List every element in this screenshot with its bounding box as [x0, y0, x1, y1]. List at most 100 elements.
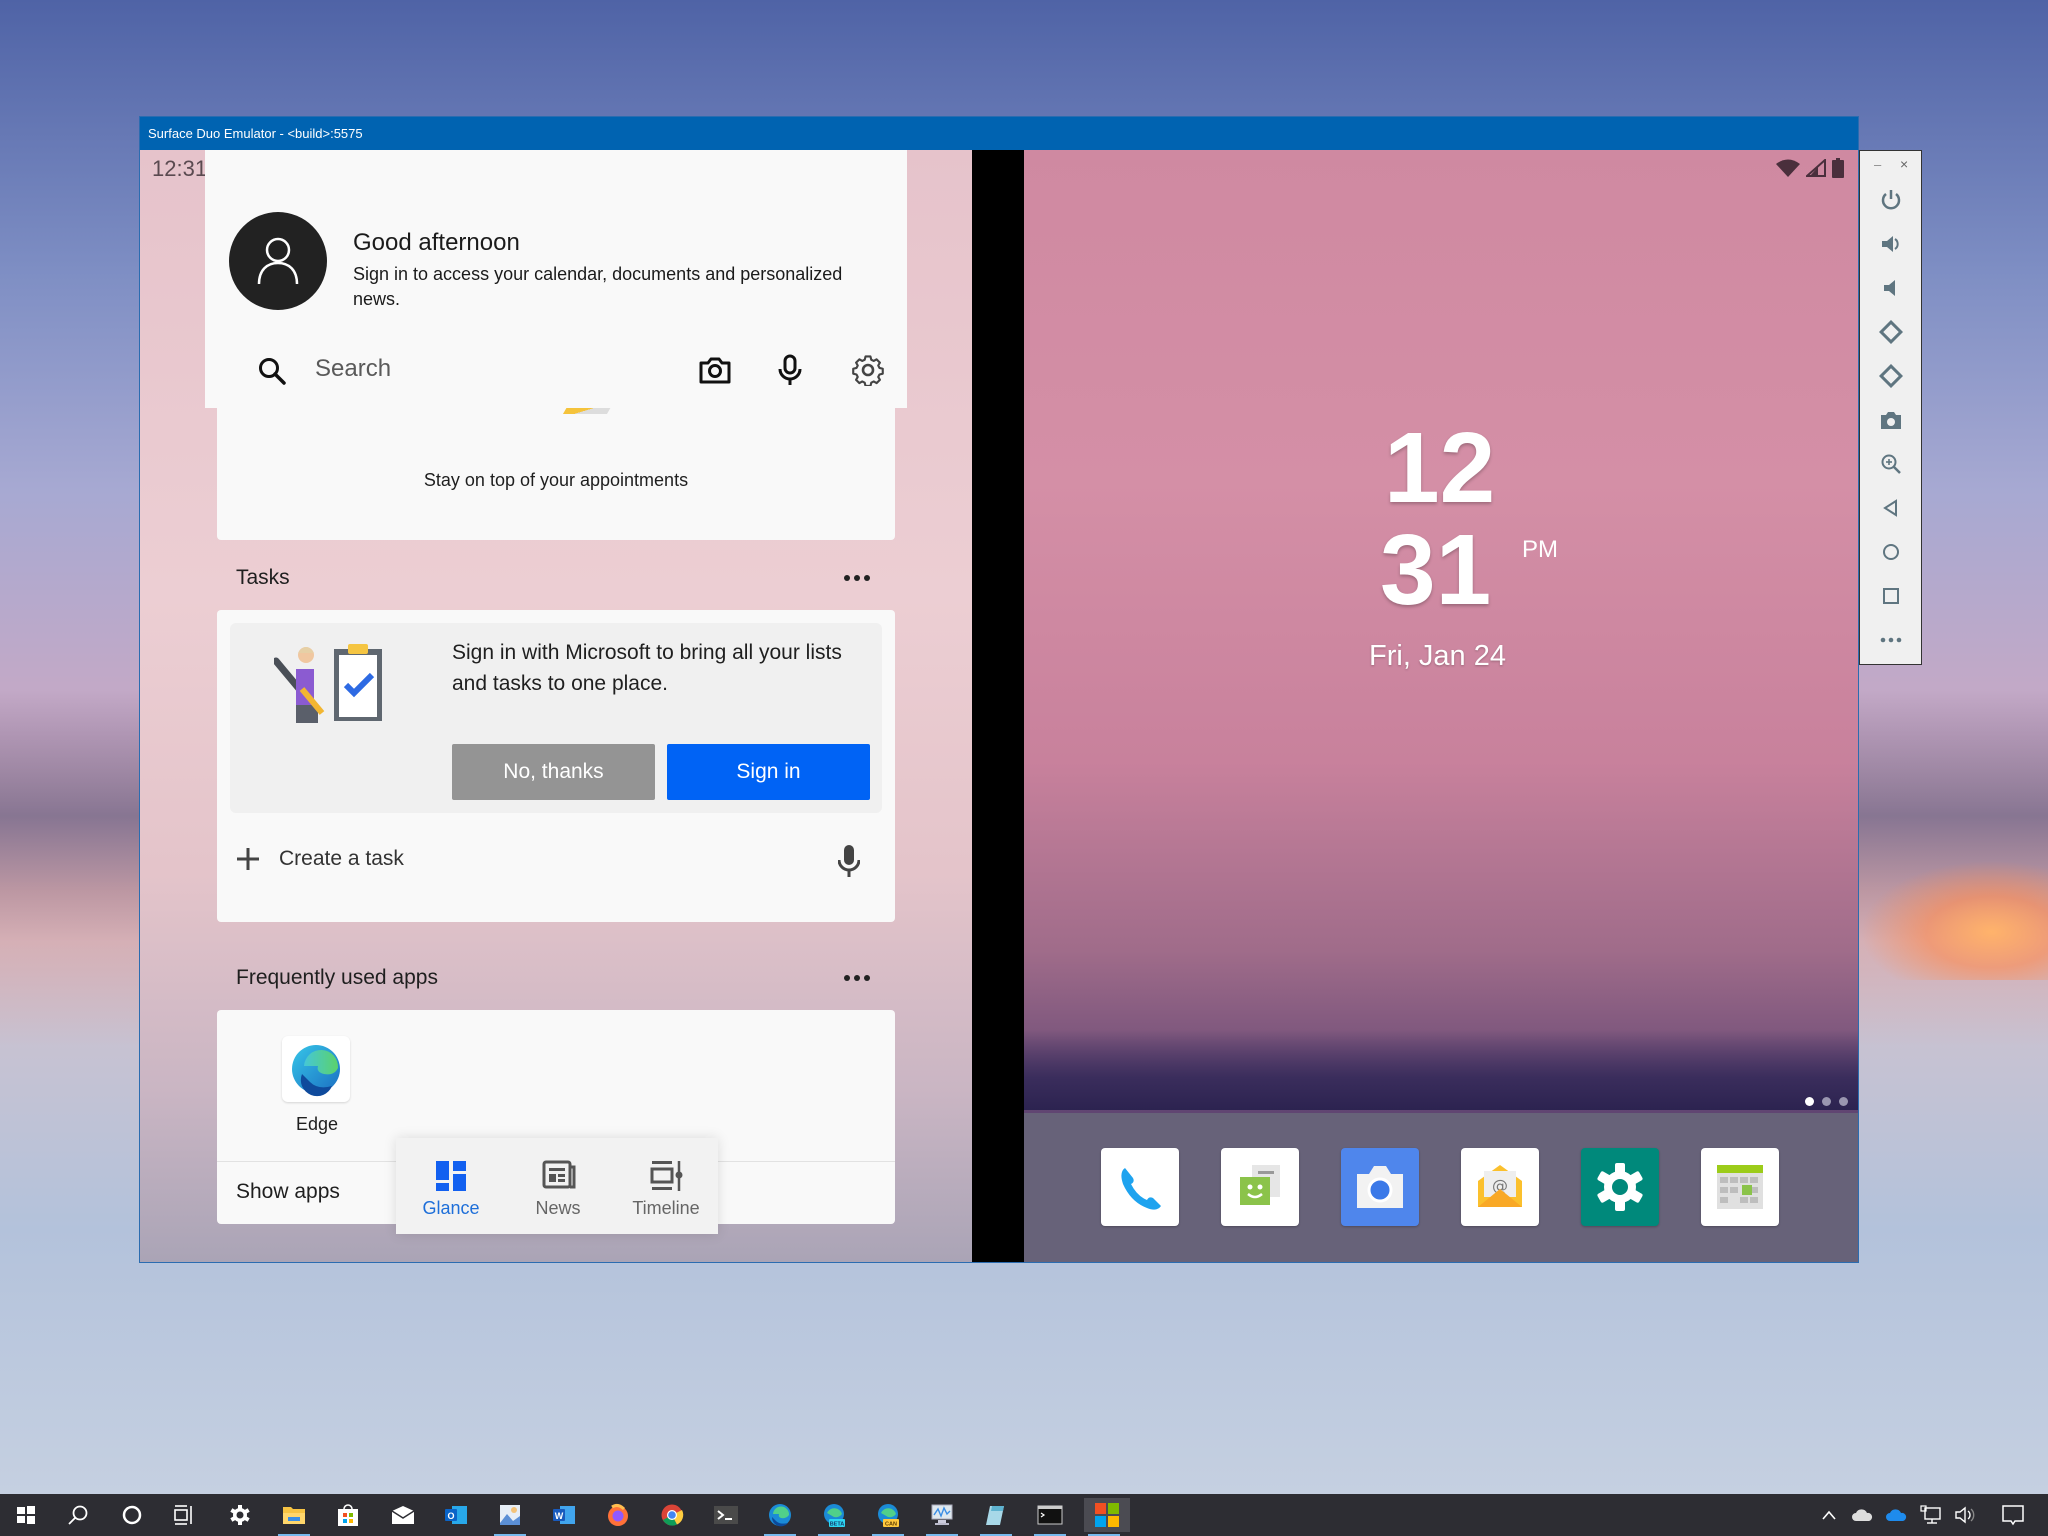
plus-icon: [237, 848, 259, 870]
no-thanks-button[interactable]: No, thanks: [452, 744, 655, 800]
taskbar-notepad[interactable]: [976, 1498, 1016, 1536]
tray-volume[interactable]: [1952, 1502, 1978, 1528]
taskbar-mail[interactable]: [383, 1498, 423, 1532]
overview-button[interactable]: [1877, 582, 1905, 610]
taskbar-photos[interactable]: [490, 1498, 530, 1536]
tray-onedrive-personal[interactable]: [1850, 1502, 1876, 1528]
settings-gear-icon: [852, 355, 884, 386]
show-apps-button[interactable]: Show apps: [236, 1180, 340, 1204]
taskbar-file-explorer[interactable]: [274, 1498, 314, 1536]
taskbar-edge[interactable]: [760, 1498, 800, 1536]
emulator-toolbar: – ×: [1859, 150, 1922, 665]
edge-canary-icon: CAN: [878, 1504, 899, 1528]
volume-icon: [1955, 1506, 1975, 1524]
search-input[interactable]: [313, 346, 647, 392]
clock-minute[interactable]: 31: [1380, 520, 1491, 620]
clock-date[interactable]: Fri, Jan 24: [1369, 640, 1506, 673]
taskbar-settings[interactable]: [220, 1498, 260, 1532]
power-button[interactable]: [1877, 186, 1905, 214]
email-icon: @: [1478, 1165, 1522, 1207]
greeting: Good afternoon: [353, 229, 520, 256]
phone-icon: [1121, 1168, 1161, 1210]
dock-app-camera[interactable]: [1341, 1148, 1419, 1226]
search-bar: [205, 340, 907, 400]
settings-button[interactable]: [848, 350, 888, 390]
rotate-right-button[interactable]: [1877, 362, 1905, 390]
tab-glance[interactable]: Glance: [401, 1138, 501, 1234]
voice-search-button[interactable]: [770, 350, 810, 390]
taskbar-start[interactable]: [6, 1498, 46, 1532]
taskbar-edge-canary[interactable]: CAN: [868, 1498, 908, 1536]
search-icon: [259, 358, 286, 385]
status-bar-time: 12:31: [152, 156, 208, 181]
dock-app-phone[interactable]: [1101, 1148, 1179, 1226]
cellular-signal-icon: [1806, 159, 1826, 177]
taskbar-terminal[interactable]: [706, 1498, 746, 1532]
svg-text:O: O: [447, 1511, 454, 1521]
sign-in-prompt[interactable]: Sign in to access your calendar, documen…: [353, 262, 873, 312]
tab-news[interactable]: News: [508, 1138, 608, 1234]
home-button[interactable]: [1877, 538, 1905, 566]
close-button[interactable]: ×: [1900, 156, 1908, 172]
taskbar-word[interactable]: W: [544, 1498, 584, 1532]
screenshot-button[interactable]: [1877, 406, 1905, 434]
tray-show-hidden-icons[interactable]: [1816, 1502, 1842, 1528]
tray-action-center[interactable]: [2000, 1502, 2026, 1528]
volume-down-icon: [1884, 280, 1895, 296]
taskbar-edge-beta[interactable]: BETA: [814, 1498, 854, 1536]
notepad-icon: [986, 1506, 1004, 1525]
camera-icon: [1881, 412, 1901, 429]
desktop-wallpaper-sunset: [1860, 860, 2048, 980]
glance-grid-icon: [436, 1161, 466, 1191]
taskbar-command-prompt[interactable]: [1030, 1498, 1070, 1536]
calendar-card[interactable]: Stay on top of your appointments: [217, 400, 895, 540]
back-button[interactable]: [1877, 494, 1905, 522]
camera-icon: [699, 357, 731, 384]
rotate-right-icon: [1879, 364, 1903, 388]
zoom-button[interactable]: [1877, 450, 1905, 478]
rotate-left-button[interactable]: [1877, 318, 1905, 346]
microphone-icon: [778, 354, 802, 385]
tab-timeline[interactable]: Timeline: [616, 1138, 716, 1234]
tasks-illustration: [274, 644, 382, 723]
frequent-apps-more-button[interactable]: [840, 968, 874, 988]
volume-up-button[interactable]: [1877, 230, 1905, 258]
network-icon: [1920, 1505, 1941, 1524]
frequent-apps-title: Frequently used apps: [236, 966, 438, 989]
emulator-window: Surface Duo Emulator - <build>:5575 12:3…: [140, 117, 1858, 1262]
taskbar-cortana[interactable]: [112, 1498, 152, 1532]
rotate-left-icon: [1879, 320, 1903, 344]
clock-hour[interactable]: 12: [1384, 418, 1495, 518]
tray-onedrive-business[interactable]: [1884, 1502, 1910, 1528]
dock-app-messages[interactable]: [1221, 1148, 1299, 1226]
microsoft-store-icon: [338, 1504, 358, 1526]
more-options-button[interactable]: [1877, 626, 1905, 654]
wifi-icon: [1776, 159, 1800, 177]
taskbar-firefox[interactable]: [598, 1498, 638, 1532]
create-task-input[interactable]: Create a task: [217, 830, 895, 890]
tasks-more-button[interactable]: [840, 568, 874, 588]
taskbar-task-view[interactable]: [164, 1498, 204, 1532]
taskbar-surface-duo-emulator[interactable]: [1084, 1498, 1130, 1536]
microphone-icon[interactable]: [838, 844, 860, 878]
taskbar-chrome[interactable]: [652, 1498, 692, 1532]
avatar[interactable]: [229, 212, 327, 310]
volume-down-button[interactable]: [1877, 274, 1905, 302]
tray-network[interactable]: [1918, 1502, 1944, 1528]
camera-search-button[interactable]: [695, 350, 735, 390]
sign-in-button[interactable]: Sign in: [667, 744, 870, 800]
dock-app-settings[interactable]: [1581, 1148, 1659, 1226]
app-edge[interactable]: [282, 1036, 350, 1102]
taskbar-outlook[interactable]: O: [436, 1498, 476, 1532]
taskbar-performance-monitor[interactable]: [922, 1498, 962, 1536]
taskbar-microsoft-store[interactable]: [328, 1498, 368, 1532]
terminal-icon: [714, 1506, 738, 1524]
taskbar-search[interactable]: [58, 1498, 98, 1532]
dock-app-email[interactable]: @: [1461, 1148, 1539, 1226]
tab-glance-label: Glance: [422, 1198, 480, 1218]
dock-app-calendar[interactable]: [1701, 1148, 1779, 1226]
window-title: Surface Duo Emulator - <build>:5575: [140, 117, 1858, 150]
microsoft-logo-icon: [1095, 1503, 1119, 1527]
command-prompt-icon: [1037, 1505, 1063, 1525]
minimize-button[interactable]: –: [1874, 157, 1881, 172]
